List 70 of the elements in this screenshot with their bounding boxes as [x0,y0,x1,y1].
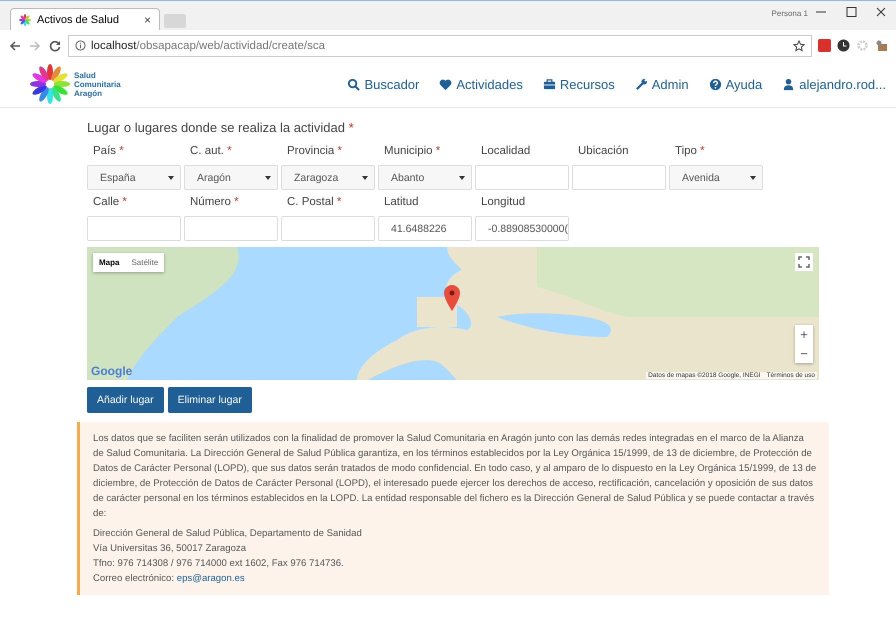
fullscreen-icon[interactable] [795,253,813,271]
nav-link[interactable]: Buscador [347,76,420,92]
input-field[interactable] [475,165,569,190]
briefcase-icon [542,78,556,90]
field-label: Longitud [480,196,526,210]
zoom-in-button[interactable]: + [795,325,813,344]
input-field[interactable]: 41.6488226 [378,216,472,241]
search-icon [347,78,360,90]
contact-line: Dirección General de Salud Pública, Departamento de Sanidad [93,527,363,541]
map-type-tab[interactable]: Mapa [93,253,126,272]
back-arrow-icon[interactable] [8,38,22,52]
star-icon[interactable] [793,40,805,52]
input-field[interactable] [281,216,375,241]
nav-link[interactable]: Recursos [542,76,615,92]
caret-icon [168,176,174,180]
nav-link[interactable]: Admin [634,76,689,92]
map-logo: Google [91,364,132,378]
brand-name: Salud Comunitaria Aragón [74,70,121,98]
dropdown[interactable]: Zaragoza [281,165,375,190]
input-field[interactable] [87,216,181,241]
flower-icon [19,14,31,26]
field-label: C. aut. * [189,145,233,159]
email-link[interactable]: eps@aragon.es [176,573,245,584]
caret-icon [362,176,368,180]
profile-name[interactable]: Persona 1 [772,9,808,18]
map-type-tab[interactable]: Satélite [125,253,164,272]
dropdown[interactable]: España [87,165,181,190]
dropdown[interactable]: Avenida [669,165,763,190]
field-label: Latitud [383,196,420,210]
contact-line: Correo electrónico: eps@aragon.es [93,572,246,586]
wrench-icon [634,78,648,90]
browser-tab[interactable]: Activos de Salud × [10,8,160,30]
contact-line: Vía Universitas 36, 50017 Zaragoza [93,542,248,556]
action-button[interactable]: Eliminar lugar [168,387,252,413]
forward-arrow-icon[interactable] [28,38,42,52]
caret-icon [459,176,465,180]
flower-logo-icon [30,64,70,104]
field-label: C. Postal * [286,196,342,210]
user-icon [782,78,796,90]
caret-icon [750,176,756,180]
contact-line: Tfno: 976 714308 / 976 714000 ext 1602, Fax 976 714736. [93,557,345,571]
zoom-out-button[interactable]: − [795,344,813,363]
field-label: Calle * [92,196,128,210]
info-icon [75,40,86,51]
clock-icon[interactable] [837,39,850,52]
nav-link[interactable]: Actividades [439,76,523,92]
address-bar[interactable]: localhost/obsapacap/web/actividad/create/sca [68,34,812,56]
dropdown[interactable]: Aragón [184,165,278,190]
field-label: Tipo * [674,145,706,159]
field-label: Ubicación [577,145,630,159]
dropdown[interactable]: Abanto [378,165,472,190]
input-field[interactable] [184,216,278,241]
map-pin-icon[interactable] [444,285,460,311]
caret-icon [265,176,271,180]
reload-icon[interactable] [48,38,62,52]
input-field[interactable] [572,165,666,190]
nav-link[interactable]: Ayuda [708,76,762,92]
field-label: Número * [189,196,240,210]
notice-paragraph: Los datos que se faciliten serán utilizados con la finalidad de promover la Salud Comunitaria en Aragón junto con las demás redes integradas en el marco de la Alianza de Salud Comunitaria. La Dirección General de Salud Pública garantiza, en los términos establecidos por la Ley Orgánica 15/1999, de 13 de diciembre, de Protección de Datos de Carácter Personal (LOPD), que sus datos serán tratados de modo confidencial. En todo caso, y al amparo de lo dispuesto en la Ley Orgánica 15/1999, de 13 de diciembre, de Protección de Datos de Carácter Personal (LOPD), el interesado puede ejercer los derechos de acceso, rectificación, cancelación y oposición de sus datos de carácter personal en los términos establecidos en la LOPD. La entidad responsable del fichero es la Dirección General de Salud Pública y se puede contactar a través de: [93,432,817,521]
field-label: Municipio * [383,145,442,159]
action-button[interactable]: Añadir lugar [87,387,164,413]
section-heading: Lugar o lugares donde se realiza la actividad * [87,120,355,135]
field-label: Provincia * [286,145,343,159]
field-label: País * [92,145,125,159]
tab-close-button[interactable]: × [144,12,151,26]
help-icon [708,78,722,90]
input-field[interactable]: -0.88908530000( [475,216,569,241]
heart-icon [439,78,452,90]
nav-link[interactable]: alejandro.rod... [782,76,886,92]
field-label: Localidad [480,145,532,159]
